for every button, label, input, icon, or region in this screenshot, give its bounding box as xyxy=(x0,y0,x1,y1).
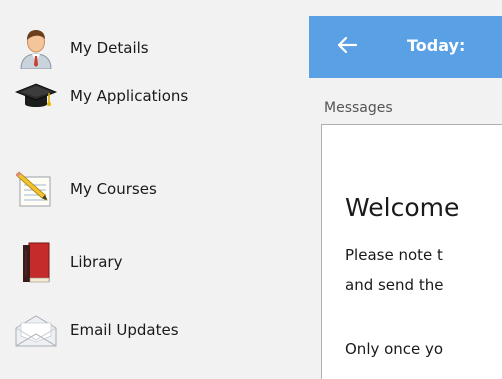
sidebar-item-label: My Applications xyxy=(70,87,189,105)
messages-panel: Welcome Please note t and send the Only … xyxy=(321,124,502,379)
sidebar-item-label: Library xyxy=(70,253,123,271)
main-content: Today: Messages Welcome Please note t an… xyxy=(309,0,502,379)
message-line: Please note t xyxy=(345,246,443,264)
envelope-icon xyxy=(14,308,58,352)
page-header: Today: xyxy=(309,16,502,78)
sidebar-item-label: My Courses xyxy=(70,180,157,198)
sidebar-item-label: Email Updates xyxy=(70,321,179,339)
back-button[interactable] xyxy=(331,32,363,62)
sidebar-item-library[interactable]: Library xyxy=(14,238,304,286)
app-window: My Details My Applications My Courses Li… xyxy=(0,0,502,379)
message-line: and send the xyxy=(345,276,444,294)
sidebar-item-my-details[interactable]: My Details xyxy=(14,24,304,72)
message-line: Only once yo xyxy=(345,340,444,358)
messages-section-label: Messages xyxy=(324,100,393,116)
arrow-left-icon xyxy=(336,36,358,58)
sidebar-item-my-applications[interactable]: My Applications xyxy=(14,72,304,120)
notepad-pencil-icon xyxy=(14,167,58,211)
book-icon xyxy=(14,240,58,284)
sidebar-item-my-courses[interactable]: My Courses xyxy=(14,165,304,213)
graduation-cap-icon xyxy=(14,74,58,118)
sidebar-item-email-updates[interactable]: Email Updates xyxy=(14,306,304,354)
sidebar: My Details My Applications My Courses Li… xyxy=(0,0,309,379)
page-title: Today: xyxy=(407,36,466,55)
welcome-heading: Welcome xyxy=(345,193,460,222)
person-icon xyxy=(14,26,58,70)
sidebar-item-label: My Details xyxy=(70,39,149,57)
